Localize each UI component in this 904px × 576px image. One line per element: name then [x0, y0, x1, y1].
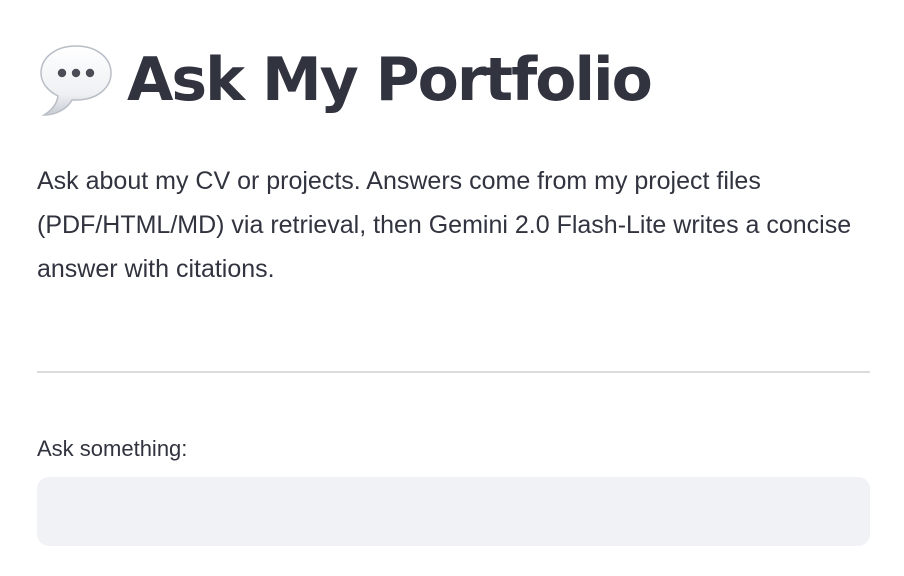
page-title: Ask My Portfolio [127, 45, 653, 115]
page-header: Ask My Portfolio [37, 40, 653, 120]
question-input[interactable] [37, 477, 870, 546]
section-divider [37, 371, 870, 373]
intro-description: Ask about my CV or projects. Answers com… [37, 167, 852, 283]
speech-bubble-icon [40, 45, 112, 116]
question-input-label: Ask something: [37, 436, 188, 461]
